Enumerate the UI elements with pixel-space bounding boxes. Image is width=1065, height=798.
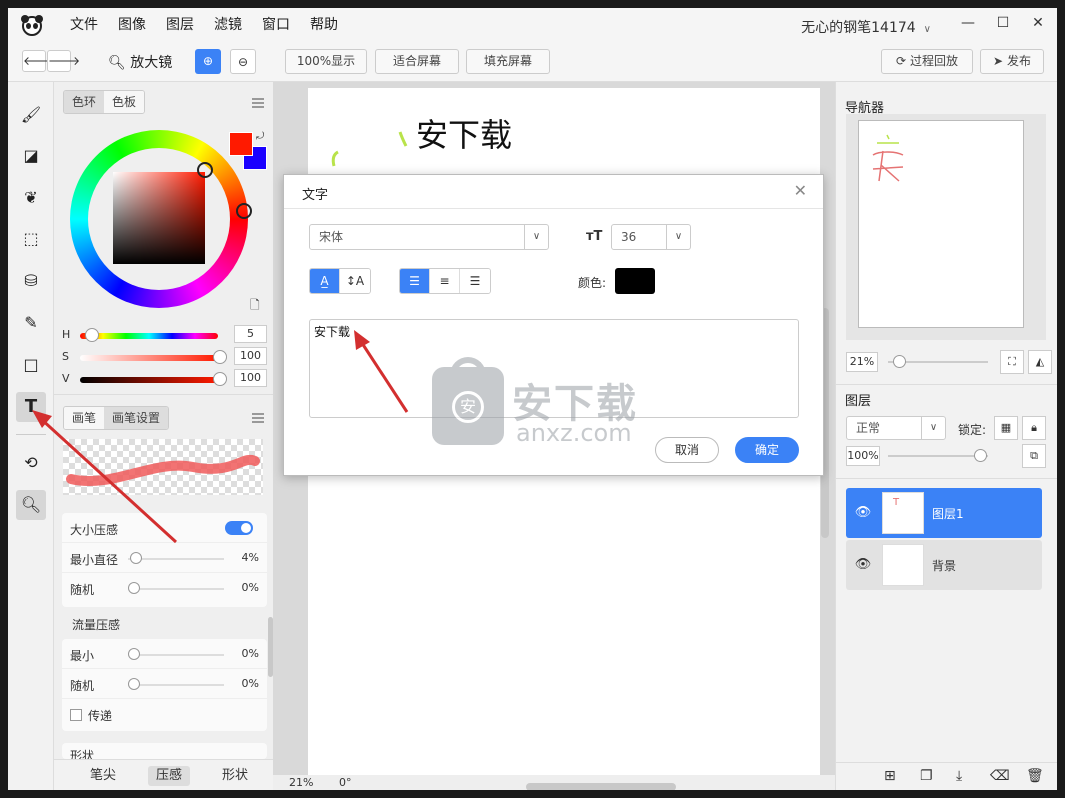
app-window: 文件 图像 图层 滤镜 窗口 帮助 无心的钢笔14174 ∨ — ☐ ✕ 🡐 🡒 … (8, 8, 1057, 790)
annotation-arrows (32, 330, 409, 544)
